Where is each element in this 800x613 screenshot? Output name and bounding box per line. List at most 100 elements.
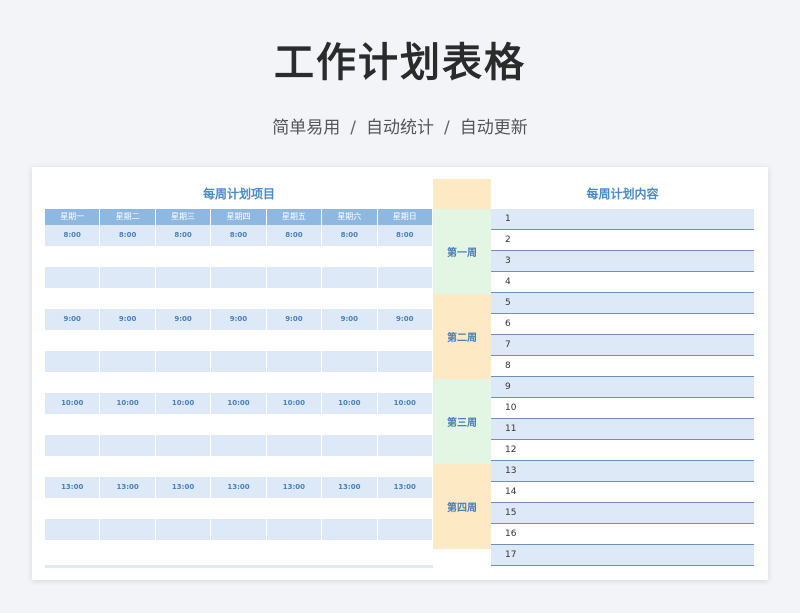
content-row[interactable]: 1 bbox=[491, 209, 754, 230]
time-cell[interactable]: 8:00 bbox=[211, 225, 267, 246]
time-cell[interactable]: 10:00 bbox=[155, 393, 212, 414]
plan-cell[interactable] bbox=[45, 414, 101, 435]
plan-cell[interactable] bbox=[377, 414, 433, 435]
plan-cell[interactable] bbox=[322, 456, 378, 477]
plan-cell[interactable] bbox=[322, 540, 378, 561]
day-header[interactable]: 星期四 bbox=[211, 209, 267, 225]
time-cell[interactable]: 8:00 bbox=[322, 225, 378, 246]
plan-cell[interactable] bbox=[45, 246, 101, 267]
plan-cell[interactable] bbox=[322, 498, 378, 519]
plan-cell[interactable] bbox=[266, 351, 323, 372]
time-cell[interactable]: 9:00 bbox=[155, 309, 212, 330]
plan-cell[interactable] bbox=[211, 267, 267, 288]
time-cell[interactable]: 8:00 bbox=[377, 225, 433, 246]
plan-cell[interactable] bbox=[322, 330, 378, 351]
plan-cell[interactable] bbox=[377, 330, 433, 351]
time-cell[interactable]: 9:00 bbox=[322, 309, 378, 330]
plan-cell[interactable] bbox=[100, 540, 156, 561]
plan-cell[interactable] bbox=[211, 540, 267, 561]
plan-cell[interactable] bbox=[266, 330, 323, 351]
plan-cell[interactable] bbox=[155, 351, 212, 372]
plan-cell[interactable] bbox=[266, 246, 323, 267]
plan-cell[interactable] bbox=[322, 519, 378, 540]
plan-cell[interactable] bbox=[45, 519, 101, 540]
plan-cell[interactable] bbox=[100, 519, 156, 540]
time-cell[interactable]: 9:00 bbox=[211, 309, 267, 330]
plan-cell[interactable] bbox=[211, 498, 267, 519]
plan-cell[interactable] bbox=[377, 540, 433, 561]
time-cell[interactable]: 13:00 bbox=[155, 477, 212, 498]
time-cell[interactable]: 10:00 bbox=[100, 393, 156, 414]
day-header[interactable]: 星期二 bbox=[100, 209, 156, 225]
content-row[interactable]: 13 bbox=[491, 461, 754, 482]
plan-cell[interactable] bbox=[322, 414, 378, 435]
plan-cell[interactable] bbox=[100, 267, 156, 288]
plan-cell[interactable] bbox=[377, 456, 433, 477]
day-header[interactable]: 星期日 bbox=[377, 209, 433, 225]
content-row[interactable]: 8 bbox=[491, 356, 754, 377]
plan-cell[interactable] bbox=[322, 351, 378, 372]
plan-cell[interactable] bbox=[211, 519, 267, 540]
plan-cell[interactable] bbox=[377, 498, 433, 519]
content-row[interactable]: 5 bbox=[491, 293, 754, 314]
plan-cell[interactable] bbox=[266, 372, 323, 393]
plan-cell[interactable] bbox=[100, 246, 156, 267]
plan-cell[interactable] bbox=[100, 456, 156, 477]
plan-cell[interactable] bbox=[155, 288, 212, 309]
content-row[interactable]: 14 bbox=[491, 482, 754, 503]
content-row[interactable]: 10 bbox=[491, 398, 754, 419]
plan-cell[interactable] bbox=[322, 246, 378, 267]
time-cell[interactable]: 9:00 bbox=[377, 309, 433, 330]
plan-cell[interactable] bbox=[211, 351, 267, 372]
day-header[interactable]: 星期六 bbox=[322, 209, 378, 225]
time-cell[interactable]: 10:00 bbox=[377, 393, 433, 414]
time-cell[interactable]: 13:00 bbox=[45, 477, 101, 498]
time-cell[interactable]: 13:00 bbox=[266, 477, 323, 498]
plan-cell[interactable] bbox=[377, 435, 433, 456]
time-cell[interactable]: 9:00 bbox=[266, 309, 323, 330]
time-cell[interactable]: 13:00 bbox=[322, 477, 378, 498]
time-cell[interactable]: 8:00 bbox=[100, 225, 156, 246]
content-row[interactable]: 16 bbox=[491, 524, 754, 545]
plan-cell[interactable] bbox=[266, 456, 323, 477]
plan-cell[interactable] bbox=[45, 267, 101, 288]
plan-cell[interactable] bbox=[211, 435, 267, 456]
plan-cell[interactable] bbox=[45, 498, 101, 519]
plan-cell[interactable] bbox=[322, 288, 378, 309]
plan-cell[interactable] bbox=[377, 267, 433, 288]
day-header[interactable]: 星期三 bbox=[155, 209, 212, 225]
day-header[interactable]: 星期一 bbox=[45, 209, 101, 225]
plan-cell[interactable] bbox=[377, 246, 433, 267]
plan-cell[interactable] bbox=[211, 246, 267, 267]
plan-cell[interactable] bbox=[377, 351, 433, 372]
content-row[interactable]: 12 bbox=[491, 440, 754, 461]
plan-cell[interactable] bbox=[155, 246, 212, 267]
plan-cell[interactable] bbox=[155, 435, 212, 456]
plan-cell[interactable] bbox=[155, 540, 212, 561]
plan-cell[interactable] bbox=[211, 330, 267, 351]
plan-cell[interactable] bbox=[155, 267, 212, 288]
time-cell[interactable]: 10:00 bbox=[45, 393, 101, 414]
time-cell[interactable]: 9:00 bbox=[45, 309, 101, 330]
time-cell[interactable]: 10:00 bbox=[211, 393, 267, 414]
plan-cell[interactable] bbox=[377, 372, 433, 393]
plan-cell[interactable] bbox=[155, 519, 212, 540]
plan-cell[interactable] bbox=[211, 414, 267, 435]
plan-cell[interactable] bbox=[45, 330, 101, 351]
plan-cell[interactable] bbox=[266, 498, 323, 519]
plan-cell[interactable] bbox=[377, 519, 433, 540]
time-cell[interactable]: 10:00 bbox=[322, 393, 378, 414]
plan-cell[interactable] bbox=[100, 435, 156, 456]
plan-cell[interactable] bbox=[45, 456, 101, 477]
plan-cell[interactable] bbox=[100, 372, 156, 393]
plan-cell[interactable] bbox=[100, 414, 156, 435]
plan-cell[interactable] bbox=[211, 456, 267, 477]
plan-cell[interactable] bbox=[266, 540, 323, 561]
plan-cell[interactable] bbox=[211, 288, 267, 309]
plan-cell[interactable] bbox=[45, 540, 101, 561]
plan-cell[interactable] bbox=[100, 288, 156, 309]
plan-cell[interactable] bbox=[266, 288, 323, 309]
plan-cell[interactable] bbox=[266, 435, 323, 456]
plan-cell[interactable] bbox=[155, 372, 212, 393]
plan-cell[interactable] bbox=[45, 351, 101, 372]
